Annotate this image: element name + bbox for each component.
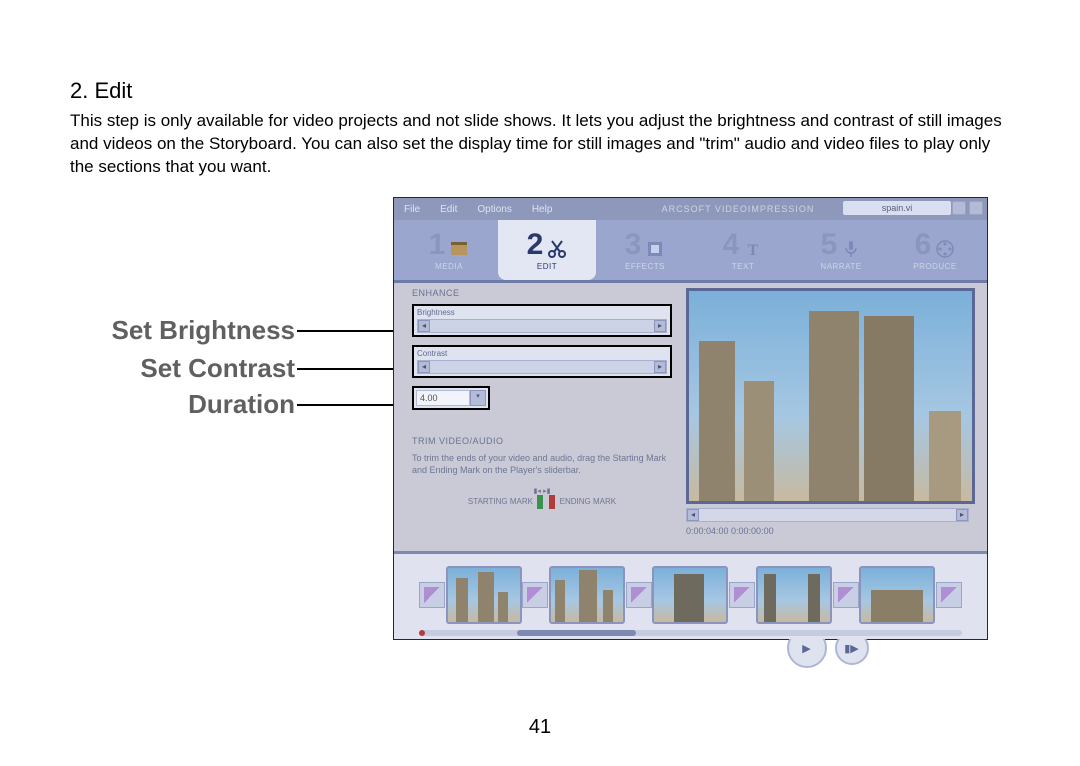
section-body: This step is only available for video pr… (70, 110, 1010, 179)
tab-label: PRODUCE (913, 262, 957, 271)
brightness-label: Brightness (417, 308, 667, 317)
tab-label: MEDIA (435, 262, 463, 271)
start-mark-icon (537, 495, 543, 509)
svg-text:T: T (748, 242, 759, 259)
transition-slot[interactable] (936, 582, 962, 608)
storyboard-thumb[interactable] (446, 566, 522, 624)
close-icon[interactable] (969, 201, 983, 215)
callout-brightness: Set Brightness (70, 315, 295, 346)
tab-number: 6 (915, 230, 932, 260)
preview-panel: ◂▸ 0:00:04:00 0:00:00:00 ▶ ▮▶ (686, 288, 969, 536)
menu-help[interactable]: Help (522, 204, 563, 215)
prev-mark-icon: ▮◂ (534, 487, 541, 495)
menu-options[interactable]: Options (467, 204, 521, 215)
menubar: File Edit Options Help ARCSOFT VIDEOIMPR… (394, 198, 987, 220)
end-mark-icon (549, 495, 555, 509)
tab-label: NARRATE (820, 262, 861, 271)
brightness-slider[interactable]: ◂▸ (417, 319, 667, 333)
tab-number: 5 (821, 230, 838, 260)
preview-scrubber[interactable]: ◂▸ (686, 508, 969, 522)
chevron-down-icon[interactable]: ▾ (470, 390, 486, 406)
tab-text[interactable]: 4T TEXT (694, 220, 792, 280)
transition-slot[interactable] (419, 582, 445, 608)
trim-marks-legend: ▮◂ ▸▮ STARTING MARK ENDING MARK (412, 486, 672, 509)
menu-file[interactable]: File (394, 204, 430, 215)
media-icon (449, 235, 469, 255)
start-mark-label: STARTING MARK (468, 497, 533, 506)
page-number: 41 (0, 716, 1080, 739)
callout-contrast: Set Contrast (70, 353, 295, 384)
contrast-control: Contrast ◂▸ (412, 345, 672, 378)
timecode: 0:00:04:00 0:00:00:00 (686, 526, 969, 536)
tab-effects[interactable]: 3 EFFECTS (596, 220, 694, 280)
tab-number: 4 (723, 230, 740, 260)
transition-slot[interactable] (729, 582, 755, 608)
transition-slot[interactable] (833, 582, 859, 608)
app-brand: ARCSOFT VIDEOIMPRESSION (644, 198, 832, 220)
app-screenshot: File Edit Options Help ARCSOFT VIDEOIMPR… (393, 197, 988, 640)
microphone-icon (841, 235, 861, 255)
tab-label: TEXT (732, 262, 754, 271)
tab-number: 1 (429, 230, 446, 260)
transition-slot[interactable] (626, 582, 652, 608)
enhance-heading: ENHANCE (412, 288, 672, 298)
storyboard-thumb[interactable] (756, 566, 832, 624)
minimize-icon[interactable] (952, 201, 966, 215)
storyboard-scrollbar[interactable] (419, 630, 962, 636)
menu-edit[interactable]: Edit (430, 204, 467, 215)
tab-narrate[interactable]: 5 NARRATE (792, 220, 890, 280)
preview-frame (686, 288, 975, 504)
tab-media[interactable]: 1 MEDIA (400, 220, 498, 280)
storyboard-thumb[interactable] (549, 566, 625, 624)
storyboard (394, 551, 987, 639)
trim-heading: TRIM VIDEO/AUDIO (412, 436, 672, 446)
tab-produce[interactable]: 6 PRODUCE (890, 220, 980, 280)
tab-number: 2 (527, 230, 544, 260)
enhance-panel: ENHANCE Brightness ◂▸ Contrast ◂▸ 4.00 ▾ (412, 288, 672, 410)
contrast-label: Contrast (417, 349, 667, 358)
text-icon: T (743, 235, 763, 255)
document-name: spain.vi (843, 201, 951, 215)
tab-edit[interactable]: 2 EDIT (498, 220, 596, 280)
film-reel-icon (935, 235, 955, 255)
storyboard-thumb[interactable] (652, 566, 728, 624)
duration-dropdown[interactable]: 4.00 ▾ (412, 386, 490, 410)
section-heading: 2. Edit (70, 78, 132, 104)
storyboard-thumb[interactable] (859, 566, 935, 624)
scissors-icon (547, 235, 567, 255)
step-tabs: 1 MEDIA 2 EDIT 3 EFFECTS 4T TEXT 5 NAR (394, 220, 987, 283)
next-mark-icon: ▸▮ (543, 487, 550, 495)
transition-slot[interactable] (522, 582, 548, 608)
callout-duration: Duration (70, 389, 295, 420)
tab-label: EDIT (537, 262, 557, 271)
effects-icon (645, 235, 665, 255)
tab-label: EFFECTS (625, 262, 665, 271)
tab-number: 3 (625, 230, 642, 260)
brightness-control: Brightness ◂▸ (412, 304, 672, 337)
end-mark-label: ENDING MARK (560, 497, 616, 506)
trim-tip: To trim the ends of your video and audio… (412, 452, 672, 476)
duration-value: 4.00 (416, 390, 470, 406)
contrast-slider[interactable]: ◂▸ (417, 360, 667, 374)
trim-panel: TRIM VIDEO/AUDIO To trim the ends of you… (412, 436, 672, 509)
